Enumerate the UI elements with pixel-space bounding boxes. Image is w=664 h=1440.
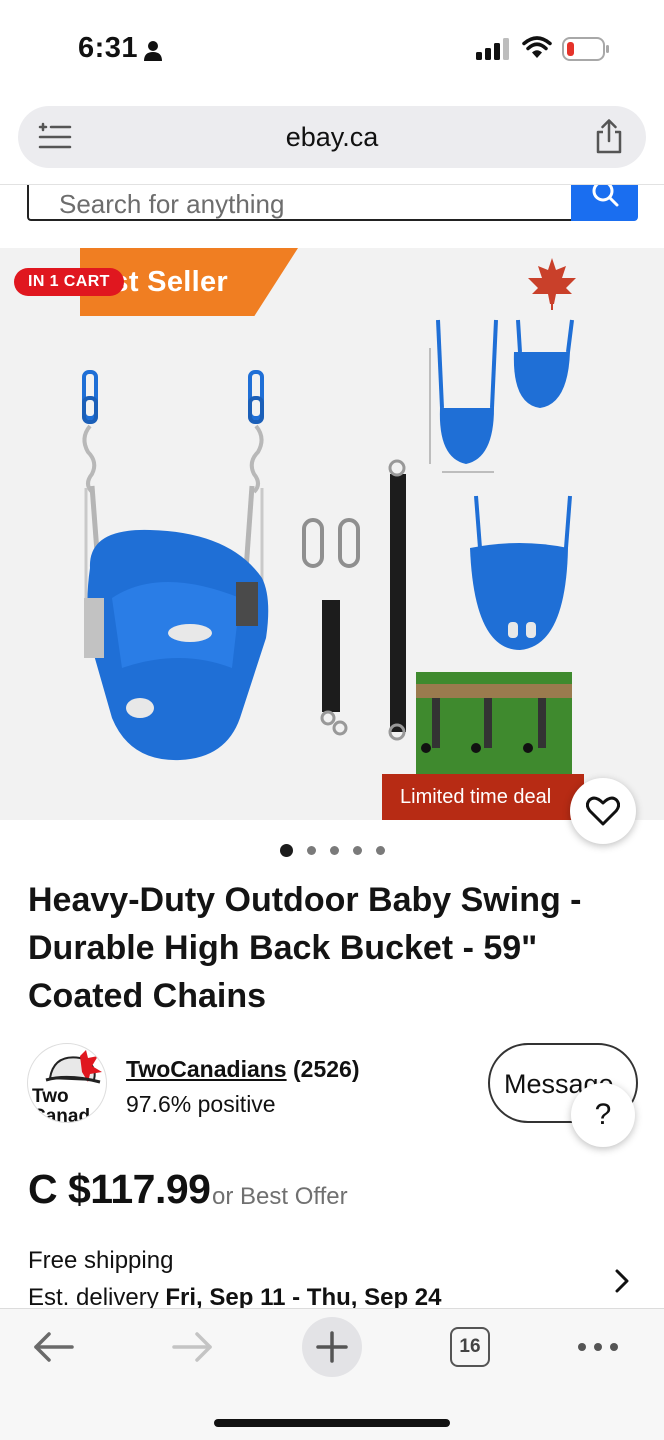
in-cart-badge: IN 1 CART: [14, 268, 124, 296]
url-text[interactable]: ebay.ca: [18, 122, 646, 153]
seller-logo: Two Canad: [32, 1050, 102, 1123]
svg-text:Two: Two: [32, 1086, 69, 1107]
back-arrow-icon[interactable]: [32, 1329, 76, 1365]
tabs-button[interactable]: 16: [450, 1327, 490, 1367]
limited-deal-banner: Limited time deal: [382, 774, 584, 820]
status-bar: 6:31: [0, 0, 664, 100]
search-button[interactable]: [571, 185, 638, 221]
carousel-dot[interactable]: [306, 846, 316, 855]
product-title: Heavy-Duty Outdoor Baby Swing - Durable …: [28, 881, 582, 1015]
carousel-dot[interactable]: [279, 844, 293, 857]
plus-icon: [316, 1331, 348, 1363]
swing-side-view: [513, 319, 574, 408]
chevron-right-icon[interactable]: [614, 1268, 630, 1294]
carousel-dot[interactable]: [375, 846, 385, 855]
delivery-dates: Fri, Sep 11 - Thu, Sep 24: [165, 1284, 442, 1308]
svg-text:Canad: Canad: [32, 1106, 90, 1123]
product-price: C $117.99: [28, 1166, 211, 1212]
delivery-estimate: Est. delivery Fri, Sep 11 - Thu, Sep 24: [28, 1284, 441, 1308]
search-row: Search for anything: [0, 185, 664, 240]
home-indicator[interactable]: [214, 1419, 450, 1427]
battery-low-icon: [562, 37, 609, 61]
shipping-row[interactable]: Free shipping Est. delivery Fri, Sep 11 …: [0, 1240, 664, 1308]
best-offer-text: or Best Offer: [212, 1183, 348, 1210]
installation-photos: [416, 672, 572, 774]
seller-avatar[interactable]: Two Canad: [27, 1043, 107, 1123]
product-image[interactable]: est Seller IN 1 CART Limited time deal: [0, 248, 664, 820]
swing-angle-view: [470, 495, 572, 650]
carousel-dot[interactable]: [329, 846, 339, 855]
product-photo: [82, 258, 576, 774]
forward-arrow-icon[interactable]: [170, 1329, 214, 1365]
person-icon: [144, 41, 162, 61]
new-tab-button[interactable]: [302, 1317, 362, 1377]
carousel-dot[interactable]: [352, 846, 362, 855]
signal-icon: [476, 38, 509, 60]
shipping-title: Free shipping: [28, 1247, 174, 1274]
swing-dimension-view: [429, 319, 498, 473]
search-input[interactable]: Search for anything: [27, 185, 573, 221]
delivery-label: Est. delivery: [28, 1284, 159, 1308]
seller-name[interactable]: TwoCanadians (2526): [126, 1056, 359, 1083]
carousel-dots[interactable]: [0, 844, 664, 860]
maple-leaf-logo: [528, 258, 576, 304]
seller-username-link[interactable]: TwoCanadians: [126, 1056, 287, 1082]
help-button[interactable]: ?: [571, 1083, 635, 1147]
browser-toolbar: 16: [0, 1308, 664, 1440]
watchlist-button[interactable]: [570, 778, 636, 844]
long-strap: [390, 474, 406, 732]
wifi-icon: [522, 36, 552, 58]
seller-feedback-count: (2526): [293, 1056, 360, 1082]
short-strap: [322, 600, 340, 712]
heart-icon: [586, 796, 620, 826]
status-time: 6:31: [78, 32, 139, 64]
share-icon[interactable]: [594, 118, 624, 154]
search-icon: [592, 185, 619, 207]
seller-feedback-score: 97.6% positive: [126, 1091, 276, 1117]
more-options-icon[interactable]: [576, 1337, 620, 1357]
carabiners: [302, 518, 360, 568]
address-bar[interactable]: ebay.ca: [18, 106, 646, 168]
